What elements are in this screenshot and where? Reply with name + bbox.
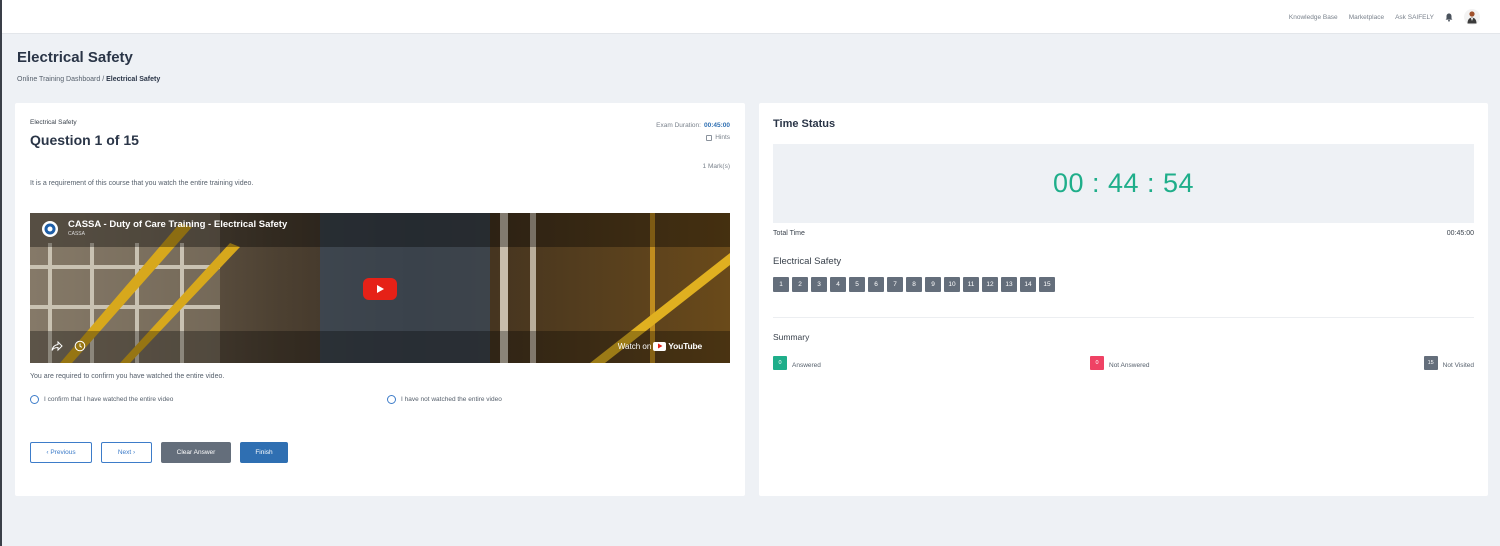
watch-on-youtube[interactable]: Watch on YouTube — [618, 341, 702, 351]
option-watched-radio[interactable] — [30, 395, 39, 404]
section-title: Electrical Safety — [773, 256, 842, 267]
watch-on-label: Watch on — [617, 341, 652, 351]
summary-not-answered: 0 Not Answered — [1090, 356, 1149, 370]
summary-not-visited: 15 Not Visited — [1423, 356, 1474, 370]
question-nav-6[interactable]: 6 — [868, 277, 884, 292]
question-nav-1[interactable]: 1 — [773, 277, 789, 292]
option-not-watched-radio[interactable] — [387, 395, 396, 404]
page-title: Electrical Safety — [17, 49, 133, 66]
exam-duration-label: Exam Duration: — [656, 122, 701, 129]
summary-answered: 0 Answered — [773, 356, 821, 370]
option-watched[interactable]: I confirm that I have watched the entire… — [30, 395, 173, 404]
divider — [773, 317, 1474, 318]
share-icon[interactable] — [50, 339, 64, 353]
finish-button[interactable]: Finish — [240, 442, 288, 463]
avatar[interactable] — [1464, 9, 1480, 25]
play-icon — [377, 285, 384, 293]
exam-duration: Exam Duration: 00:45:00 — [656, 122, 730, 129]
question-nav-10[interactable]: 10 — [944, 277, 960, 292]
nav-ask-saifely[interactable]: Ask SAIFELY — [1395, 14, 1434, 21]
total-time-label: Total Time — [773, 230, 805, 237]
summary-title: Summary — [773, 332, 810, 342]
nav-marketplace[interactable]: Marketplace — [1349, 14, 1384, 21]
video-title[interactable]: CASSA - Duty of Care Training - Electric… — [68, 219, 287, 230]
answered-count-badge: 0 — [773, 356, 787, 370]
timer-panel: 00 : 44 : 54 — [773, 144, 1474, 223]
watch-later-icon[interactable] — [73, 339, 87, 353]
question-card: Electrical Safety Question 1 of 15 Exam … — [15, 103, 745, 496]
question-nav-11[interactable]: 11 — [963, 277, 979, 292]
time-status-card: Time Status 00 : 44 : 54 Total Time 00:4… — [759, 103, 1488, 496]
question-nav-12[interactable]: 12 — [982, 277, 998, 292]
question-nav-4[interactable]: 4 — [830, 277, 846, 292]
question-nav-15[interactable]: 15 — [1039, 277, 1055, 292]
not-answered-count-badge: 0 — [1090, 356, 1104, 370]
breadcrumb-separator: / — [102, 76, 105, 83]
breadcrumb-root[interactable]: Online Training Dashboard — [17, 76, 100, 83]
hints-checkbox[interactable] — [706, 134, 713, 141]
question-title: Question 1 of 15 — [30, 132, 139, 148]
option-watched-label: I confirm that I have watched the entire… — [44, 396, 174, 403]
not-visited-count-badge: 15 — [1423, 356, 1438, 370]
breadcrumb: Online Training Dashboard / Electrical S… — [17, 76, 160, 83]
answered-label: Answered — [792, 362, 821, 369]
countdown-timer: 00 : 44 : 54 — [1052, 168, 1195, 198]
question-navigator: 1 2 3 4 5 6 7 8 9 10 11 12 13 14 15 — [773, 277, 1055, 292]
channel-logo-icon[interactable] — [42, 221, 58, 237]
youtube-wordmark: YouTube — [668, 341, 702, 351]
nav-knowledge-base[interactable]: Knowledge Base — [1289, 14, 1338, 21]
time-status-title: Time Status — [773, 118, 836, 130]
hints-toggle[interactable]: Hints — [706, 134, 730, 141]
question-nav-8[interactable]: 8 — [906, 277, 922, 292]
top-bar: Knowledge Base Marketplace Ask SAIFELY — [2, 0, 1500, 34]
exam-duration-value: 00:45:00 — [703, 122, 730, 129]
total-time-value: 00:45:00 — [1446, 230, 1474, 237]
breadcrumb-current: Electrical Safety — [106, 76, 161, 83]
question-nav-2[interactable]: 2 — [792, 277, 808, 292]
video-player[interactable]: CASSA - Duty of Care Training - Electric… — [30, 213, 730, 363]
question-nav-14[interactable]: 14 — [1020, 277, 1036, 292]
bell-icon[interactable] — [1445, 13, 1453, 22]
top-nav: Knowledge Base Marketplace Ask SAIFELY — [1289, 8, 1480, 26]
question-nav-9[interactable]: 9 — [925, 277, 941, 292]
question-text: It is a requirement of this course that … — [30, 180, 254, 187]
question-nav-13[interactable]: 13 — [1001, 277, 1017, 292]
confirm-prompt: You are required to confirm you have wat… — [30, 373, 225, 380]
option-not-watched-label: I have not watched the entire video — [401, 396, 502, 403]
youtube-logo-icon — [653, 341, 667, 351]
course-label: Electrical Safety — [30, 119, 77, 126]
not-visited-label: Not Visited — [1442, 362, 1474, 369]
play-button[interactable] — [363, 278, 397, 300]
video-channel: CASSA — [68, 231, 85, 237]
question-nav-3[interactable]: 3 — [811, 277, 827, 292]
option-not-watched[interactable]: I have not watched the entire video — [387, 395, 502, 404]
question-marks: 1 Mark(s) — [702, 163, 730, 170]
previous-button[interactable]: ‹ Previous — [30, 442, 92, 463]
hints-label: Hints — [715, 134, 730, 141]
clear-answer-button[interactable]: Clear Answer — [161, 442, 231, 463]
question-nav-7[interactable]: 7 — [887, 277, 903, 292]
next-button[interactable]: Next › — [101, 442, 152, 463]
question-nav-5[interactable]: 5 — [849, 277, 865, 292]
not-answered-label: Not Answered — [1109, 362, 1150, 369]
